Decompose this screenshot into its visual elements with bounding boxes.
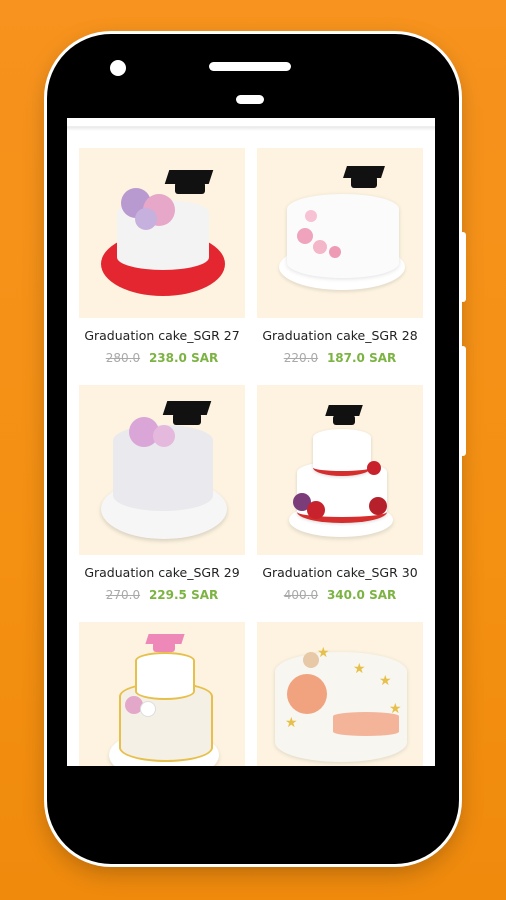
front-camera-icon [110, 60, 126, 76]
product-price: 400.0 340.0 SAR [257, 588, 423, 602]
speaker-grille [209, 62, 291, 71]
product-card[interactable]: Graduation cake_SGR 28 220.0 187.0 SAR [257, 148, 423, 365]
sale-price: 238.0 SAR [148, 351, 219, 365]
original-price: 220.0 [283, 351, 319, 365]
product-image[interactable] [257, 385, 423, 555]
product-price: 220.0 187.0 SAR [257, 351, 423, 365]
product-title[interactable]: Graduation cake_SGR 30 [257, 565, 423, 580]
product-image[interactable] [79, 385, 245, 555]
proximity-sensor [236, 95, 264, 104]
original-price: 280.0 [105, 351, 141, 365]
product-image[interactable] [79, 622, 245, 766]
phone-frame: Graduation cake_SGR 27 280.0 238.0 SAR G… [47, 34, 466, 864]
product-card[interactable]: Graduation cake_SGR 30 400.0 340.0 SAR [257, 385, 423, 602]
sale-price: 229.5 SAR [148, 588, 219, 602]
original-price: 270.0 [105, 588, 141, 602]
product-image[interactable]: ★ ★ ★ ★ ★ [257, 622, 423, 766]
status-bar [67, 118, 435, 127]
product-title[interactable]: Graduation cake_SGR 27 [79, 328, 245, 343]
volume-button [460, 232, 466, 302]
product-image[interactable] [257, 148, 423, 318]
product-image[interactable] [79, 148, 245, 318]
product-price: 270.0 229.5 SAR [79, 588, 245, 602]
product-card[interactable]: ★ ★ ★ ★ ★ [257, 622, 423, 766]
product-card[interactable]: Graduation cake_SGR 27 280.0 238.0 SAR [79, 148, 245, 365]
product-title[interactable]: Graduation cake_SGR 29 [79, 565, 245, 580]
product-card[interactable]: Graduation cake_SGR 29 270.0 229.5 SAR [79, 385, 245, 602]
product-title[interactable]: Graduation cake_SGR 28 [257, 328, 423, 343]
product-card[interactable] [79, 622, 245, 766]
original-price: 400.0 [283, 588, 319, 602]
sale-price: 340.0 SAR [326, 588, 397, 602]
sale-price: 187.0 SAR [326, 351, 397, 365]
power-button [460, 346, 466, 456]
product-price: 280.0 238.0 SAR [79, 351, 245, 365]
app-screen: Graduation cake_SGR 27 280.0 238.0 SAR G… [67, 118, 435, 766]
